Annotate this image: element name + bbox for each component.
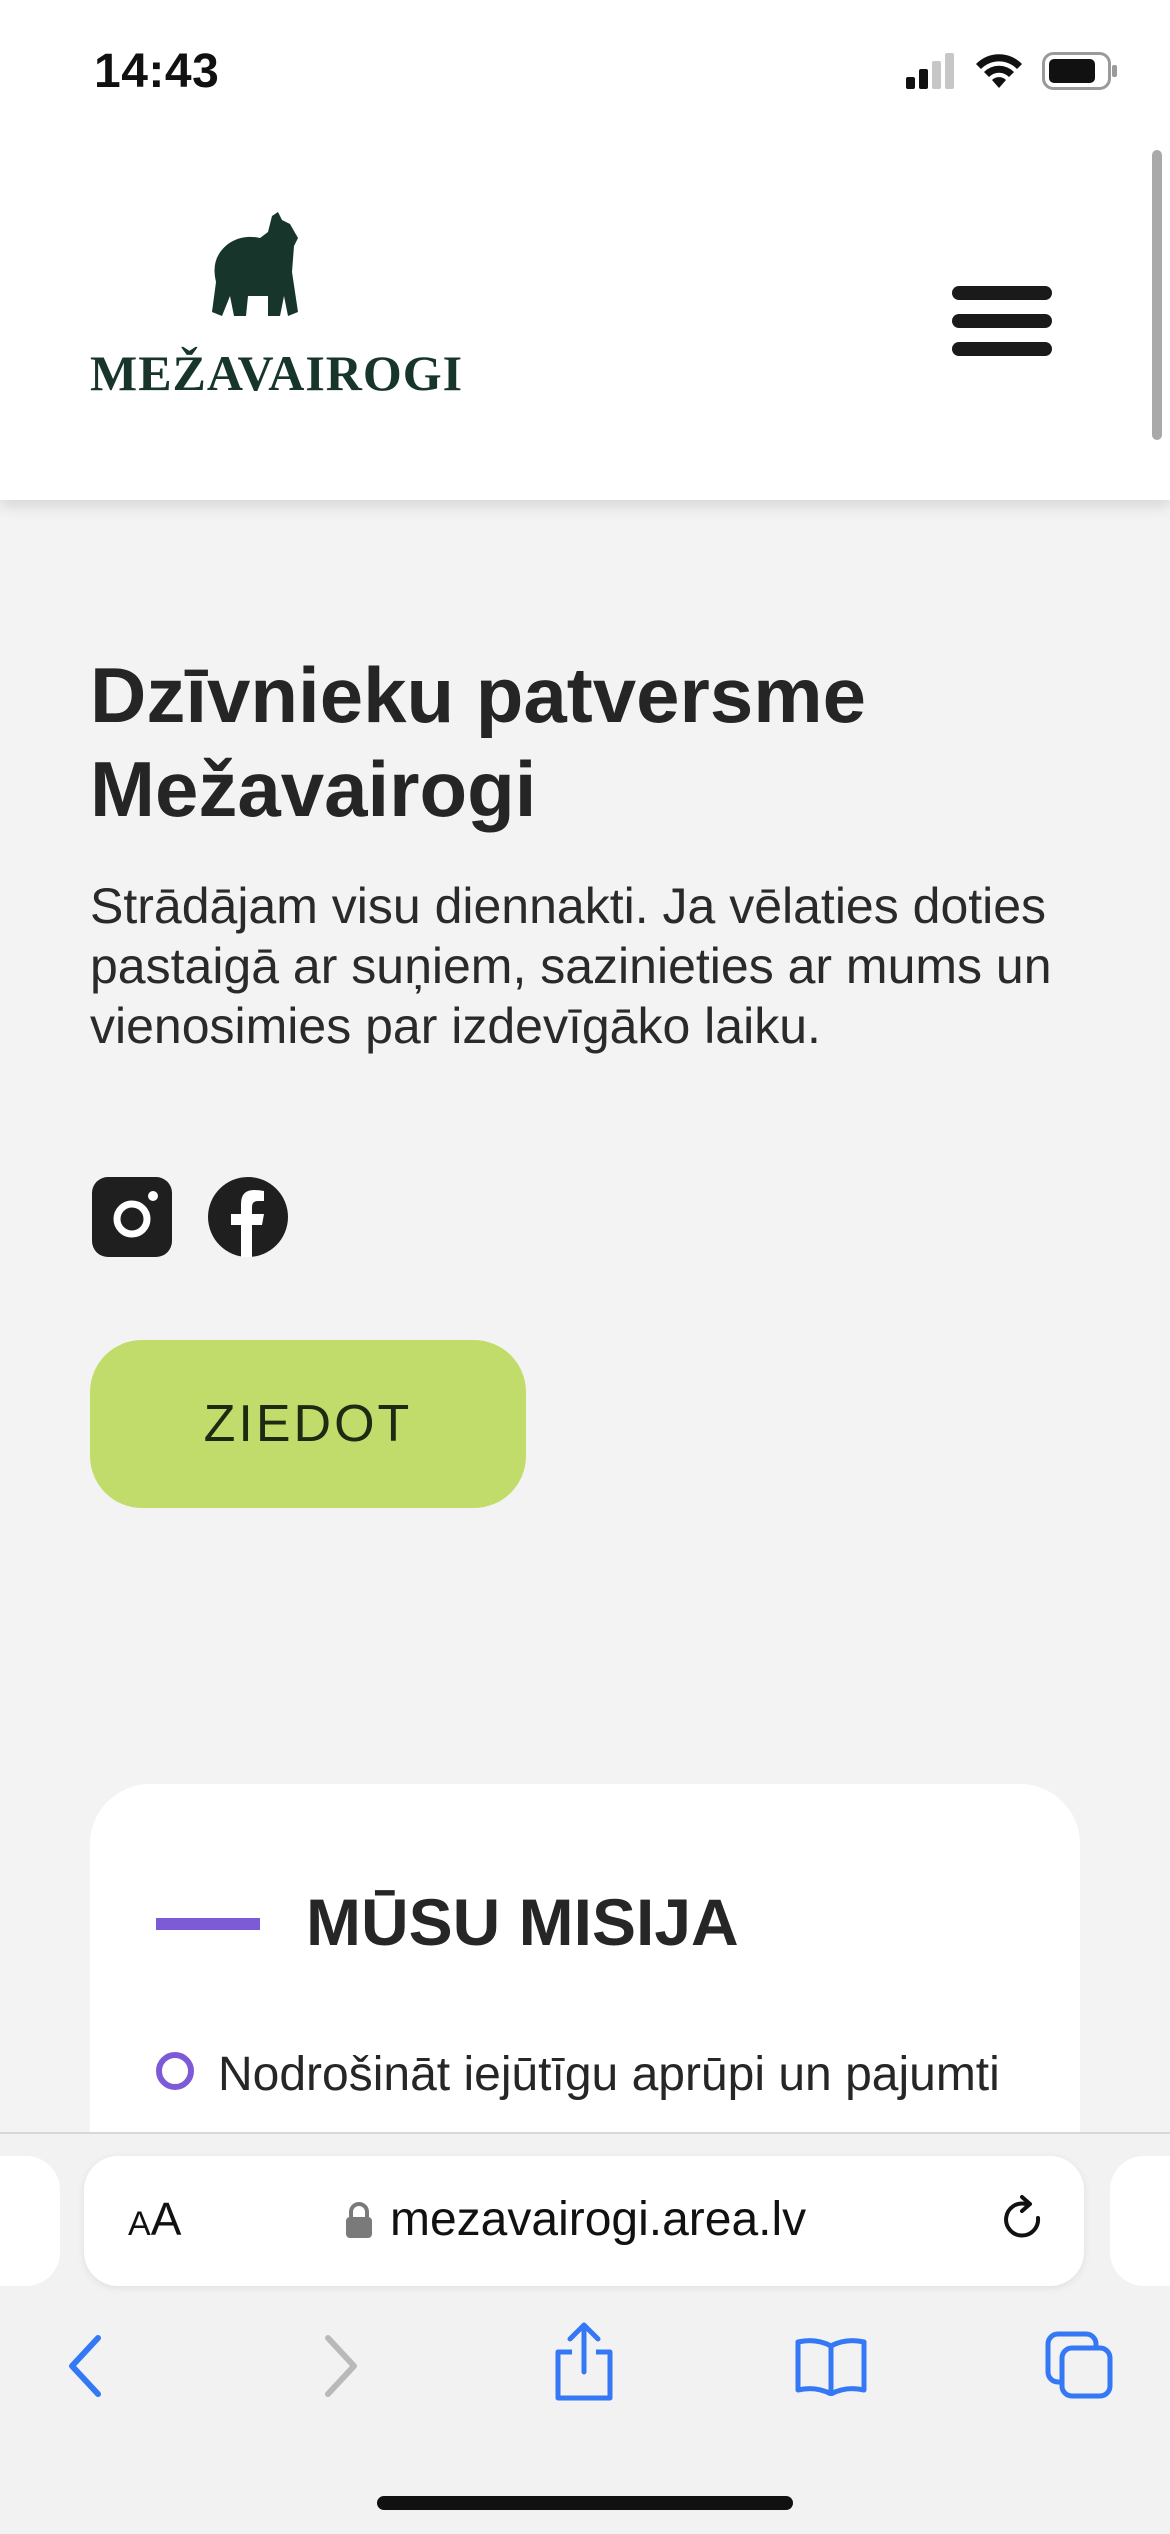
- bookmarks-button[interactable]: [794, 2336, 868, 2401]
- instagram-link[interactable]: [92, 1177, 172, 1257]
- lock-icon: [346, 2201, 372, 2238]
- previous-tab-peek[interactable]: [0, 2156, 60, 2286]
- donate-button[interactable]: ZIEDOT: [90, 1340, 526, 1508]
- instagram-icon: [92, 1177, 172, 1257]
- social-links: [92, 1177, 288, 1257]
- tabs-button[interactable]: [1044, 2330, 1114, 2405]
- hamburger-line: [952, 342, 1052, 356]
- menu-button[interactable]: [952, 286, 1052, 358]
- scrollbar[interactable]: [1152, 150, 1162, 440]
- back-icon: [69, 2335, 101, 2397]
- next-tab-peek[interactable]: [1110, 2156, 1170, 2286]
- text-size-large-a: A: [150, 2193, 182, 2245]
- address-bar[interactable]: AA mezavairogi.area.lv: [84, 2156, 1084, 2286]
- home-indicator: [377, 2496, 793, 2510]
- status-icons: [906, 52, 1118, 90]
- logo[interactable]: MEŽAVAIROGI: [90, 212, 462, 402]
- tabs-icon: [1045, 2331, 1113, 2399]
- mission-item-text: Nodrošināt iejūtīgu aprūpi un pajumti: [218, 2048, 1000, 2101]
- battery-icon: [1042, 52, 1117, 90]
- forward-button[interactable]: [318, 2334, 362, 2403]
- wifi-icon: [976, 54, 1022, 88]
- bookmarks-icon: [795, 2338, 867, 2397]
- forward-icon: [325, 2335, 357, 2397]
- accent-bar: [156, 1918, 260, 1930]
- cellular-signal-icon: [906, 53, 954, 89]
- text-size-button[interactable]: AA: [128, 2192, 181, 2246]
- mission-title: MŪSU MISIJA: [306, 1885, 739, 1959]
- mission-list-item: Nodrošināt iejūtīgu aprūpi un pajumti: [156, 2040, 1056, 2110]
- facebook-icon: [208, 1177, 288, 1257]
- reload-icon: [1004, 2195, 1041, 2238]
- hero-description: Strādājam visu diennakti. Ja vēlaties do…: [90, 878, 1052, 1054]
- back-button[interactable]: [64, 2334, 108, 2403]
- hamburger-line: [952, 314, 1052, 328]
- browser-chrome: AA mezavairogi.area.lv: [0, 2132, 1170, 2534]
- bullet-circle-icon: [156, 2052, 194, 2090]
- page-title: Dzīvnieku patversme Mežavairogi: [90, 651, 867, 833]
- browser-toolbar: [0, 2320, 1170, 2420]
- facebook-link[interactable]: [208, 1177, 288, 1257]
- status-time: 14:43: [94, 45, 220, 98]
- share-icon: [555, 2322, 613, 2401]
- site-header: MEŽAVAIROGI: [0, 140, 1170, 500]
- url-display[interactable]: mezavairogi.area.lv: [344, 2192, 806, 2247]
- reload-button[interactable]: [998, 2194, 1048, 2251]
- status-bar: 14:43: [0, 0, 1170, 140]
- logo-text: MEŽAVAIROGI: [90, 345, 464, 401]
- text-size-small-a: A: [128, 2205, 151, 2243]
- bear-icon: [212, 212, 298, 316]
- hamburger-menu-icon: [952, 286, 1052, 300]
- url-text: mezavairogi.area.lv: [390, 2193, 807, 2246]
- share-button[interactable]: [552, 2322, 616, 2407]
